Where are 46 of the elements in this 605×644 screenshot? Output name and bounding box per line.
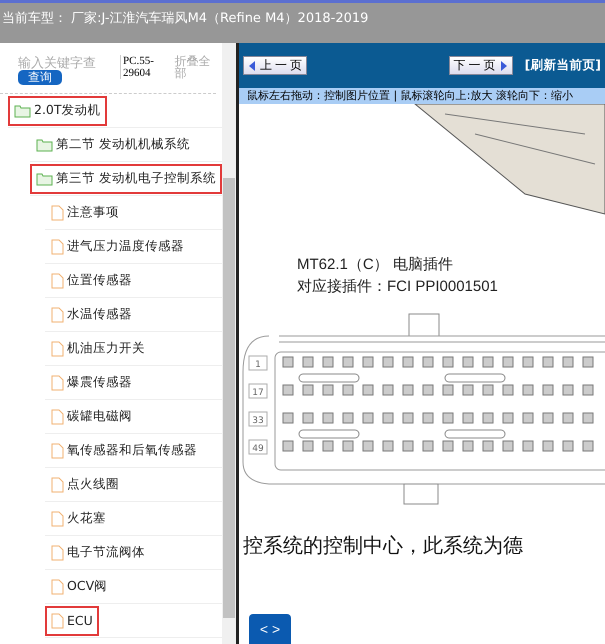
left-arrow-icon xyxy=(248,60,256,72)
tree-item[interactable]: 位置传感器 xyxy=(45,266,138,296)
tree-item[interactable]: 水温传感器 xyxy=(45,300,138,330)
document-icon xyxy=(51,476,64,492)
document-icon xyxy=(51,408,64,424)
tree-item[interactable]: 氧传感器和后氧传感器 xyxy=(45,436,203,466)
tree-item[interactable]: 第三节 发动机电子控制系统 xyxy=(30,164,222,194)
scrollbar[interactable] xyxy=(222,43,236,644)
folder-icon xyxy=(36,172,53,186)
tree-item[interactable]: OCV阀 xyxy=(45,572,114,602)
folder-icon xyxy=(36,138,53,152)
refresh-link[interactable]: [刷新当前页] xyxy=(524,57,601,74)
document-icon xyxy=(51,544,64,560)
tree-item[interactable]: 火花塞 xyxy=(45,504,112,534)
hint-text: 鼠标左右拖动：控制图片位置 | 鼠标滚轮向上:放大 滚轮向下：缩小 xyxy=(239,88,605,104)
tree-item[interactable]: 电子节流阀体 xyxy=(45,538,151,568)
document-icon xyxy=(51,340,64,356)
tree-item[interactable]: 注意事项 xyxy=(45,198,125,228)
tree-item[interactable]: 机油压力开关 xyxy=(45,334,151,364)
document-icon xyxy=(51,442,64,458)
tree-item[interactable]: 第二节 发动机机械系统 xyxy=(30,130,196,160)
tree-item[interactable]: 点火线圈 xyxy=(45,470,125,500)
document-icon xyxy=(51,612,64,628)
document-icon xyxy=(51,306,64,322)
document-text: 控系统的控制中心，此系统为德 xyxy=(242,534,524,559)
document-heading: MT62.1（C） 电脑插件 xyxy=(296,255,454,275)
tree-item[interactable]: ECU xyxy=(45,606,99,636)
model-code: PC.55-29604 xyxy=(120,55,166,79)
document-icon xyxy=(51,374,64,390)
tree-item[interactable]: 2.0T发动机 xyxy=(8,96,107,126)
query-button[interactable]: 查询 xyxy=(18,70,62,85)
right-arrow-icon xyxy=(500,60,508,72)
previous-page-button[interactable]: 上 一 页 xyxy=(243,56,307,75)
vehicle-title: 当前车型： 厂家:J-江淮汽车瑞风M4（Refine M4）2018-2019 xyxy=(2,11,368,26)
document-icon xyxy=(51,510,64,526)
next-page-button[interactable]: 下 一 页 xyxy=(448,56,513,75)
tree-item[interactable]: 爆震传感器 xyxy=(45,368,138,398)
document-icon xyxy=(51,578,64,594)
document-icon xyxy=(51,238,64,254)
document-subheading: 对应接插件：FCI PPI0001501 xyxy=(296,277,499,297)
document-icon xyxy=(51,272,64,288)
folder-icon xyxy=(14,104,31,118)
document-icon xyxy=(51,204,64,220)
tree-item[interactable]: 进气压力温度传感器 xyxy=(45,232,190,262)
page-nav-button[interactable]: < > xyxy=(249,614,291,644)
tree-item[interactable]: 碳罐电磁阀 xyxy=(45,402,138,432)
